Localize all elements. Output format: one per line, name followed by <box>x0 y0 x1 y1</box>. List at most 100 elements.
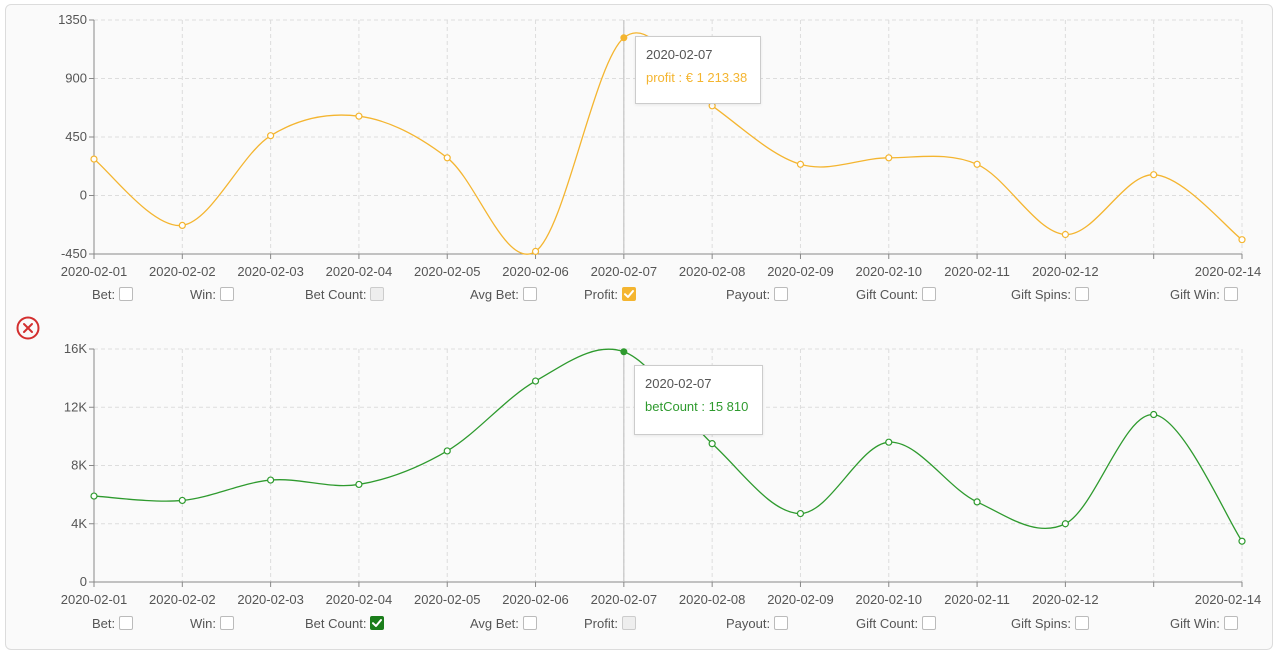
series-toggle[interactable]: Avg Bet: <box>470 613 537 633</box>
x-tick-label: 2020-02-04 <box>326 264 393 279</box>
data-point <box>90 155 98 163</box>
tooltip-date: 2020-02-07 <box>646 47 713 62</box>
series-toggle-checkbox[interactable] <box>774 287 789 301</box>
x-tick-label: 2020-02-01 <box>61 592 128 607</box>
series-toggle-checkbox[interactable] <box>1223 616 1238 630</box>
series-toggle[interactable]: Gift Count: <box>856 613 937 633</box>
data-point <box>531 247 540 255</box>
data-point <box>355 480 363 489</box>
tooltip-date: 2020-02-07 <box>645 376 712 391</box>
series-toggle-checkbox[interactable] <box>370 287 385 301</box>
series-toggle-checkbox[interactable] <box>220 616 234 630</box>
series-toggle-label: Win: <box>190 286 216 302</box>
series-toggle-checkbox[interactable] <box>220 287 234 301</box>
series-toggle[interactable]: Payout: <box>726 284 789 304</box>
series-toggle-checkbox[interactable] <box>522 287 537 301</box>
series-toggle-checkbox[interactable] <box>922 616 937 630</box>
y-tick-label: 12K <box>64 399 87 414</box>
series-toggle-checkbox[interactable] <box>774 616 789 630</box>
profit-chart-series-toggles: Bet: Win: Bet Count: Avg Bet: Profit: Payout:… <box>0 284 1280 304</box>
series-toggle-label: Gift Count: <box>856 615 919 631</box>
data-point <box>973 498 981 506</box>
betcount-chart-series-toggles: Bet: Win: Bet Count: Avg Bet: Profit: Payout:… <box>0 613 1280 633</box>
series-toggle-label: Payout: <box>726 615 771 631</box>
series-toggle[interactable]: Payout: <box>726 613 789 633</box>
data-point <box>1061 230 1069 239</box>
series-toggle[interactable]: Gift Win: <box>1170 613 1238 633</box>
x-tick-label: 2020-02-04 <box>326 592 393 607</box>
series-toggle[interactable]: Gift Spins: <box>1011 613 1089 633</box>
data-point <box>885 438 893 446</box>
series-toggle-label: Bet: <box>92 286 116 302</box>
y-tick-label: 1350 <box>58 12 87 27</box>
x-tick-label: 2020-02-03 <box>237 592 304 607</box>
check-icon <box>372 619 383 627</box>
series-toggle[interactable]: Bet Count: <box>305 613 385 633</box>
x-tick-label: 2020-02-12 <box>1032 264 1099 279</box>
series-toggle-label: Win: <box>190 615 216 631</box>
series-toggle-label: Bet Count: <box>305 286 367 302</box>
x-tick-label: 2020-02-01 <box>61 264 128 279</box>
x-tick-label: 2020-02-11 <box>944 592 1010 607</box>
data-point <box>708 440 716 448</box>
series-toggle-label: Gift Spins: <box>1011 615 1071 631</box>
y-tick-label: 8K <box>71 458 87 473</box>
data-point <box>531 377 540 385</box>
tooltip-value: betCount : 15 810 <box>645 399 749 414</box>
data-point <box>178 496 186 505</box>
y-tick-label: 16K <box>64 341 87 356</box>
data-point <box>973 160 981 168</box>
x-tick-label: 2020-02-02 <box>149 592 216 607</box>
x-tick-label: 2020-02-14 <box>1195 592 1262 607</box>
y-tick-label: 0 <box>80 188 87 203</box>
series-toggle[interactable]: Gift Win: <box>1170 284 1238 304</box>
data-point <box>1238 236 1246 244</box>
x-tick-label: 2020-02-10 <box>856 264 923 279</box>
series-toggle[interactable]: Win: <box>190 613 234 633</box>
series-toggle-label: Avg Bet: <box>470 286 519 302</box>
series-toggle[interactable]: Gift Count: <box>856 284 937 304</box>
y-tick-label: 0 <box>80 574 87 589</box>
series-toggle[interactable]: Profit: <box>584 284 636 304</box>
series-toggle-label: Gift Win: <box>1170 615 1220 631</box>
series-toggle-label: Gift Count: <box>856 286 919 302</box>
series-toggle-checkbox[interactable] <box>922 287 937 301</box>
series-toggle-checkbox[interactable] <box>119 616 134 630</box>
x-tick-label: 2020-02-06 <box>502 592 569 607</box>
series-toggle[interactable]: Profit: <box>584 613 636 633</box>
series-toggle[interactable]: Bet: <box>92 284 134 304</box>
series-toggle-checkbox[interactable] <box>522 616 537 630</box>
series-toggle[interactable]: Avg Bet: <box>470 284 537 304</box>
series-toggle[interactable]: Bet Count: <box>305 284 385 304</box>
x-tick-label: 2020-02-06 <box>502 264 569 279</box>
series-toggle-label: Payout: <box>726 286 771 302</box>
x-tick-label: 2020-02-09 <box>767 592 834 607</box>
series-toggle-label: Profit: <box>584 615 618 631</box>
data-point <box>885 154 893 162</box>
series-toggle-checkbox[interactable] <box>1074 287 1089 301</box>
data-point <box>796 509 805 518</box>
series-toggle-label: Bet: <box>92 615 116 631</box>
close-icon[interactable] <box>16 316 40 340</box>
data-point <box>267 132 275 140</box>
data-point <box>90 492 98 500</box>
series-toggle[interactable]: Win: <box>190 284 234 304</box>
series-toggle-checkbox[interactable] <box>370 616 385 630</box>
series-toggle[interactable]: Gift Spins: <box>1011 284 1089 304</box>
y-tick-label: 900 <box>65 71 87 86</box>
series-toggle-checkbox[interactable] <box>1074 616 1089 630</box>
data-point <box>443 154 451 162</box>
x-tick-label: 2020-02-05 <box>414 592 481 607</box>
series-toggle-label: Bet Count: <box>305 615 367 631</box>
series-toggle[interactable]: Bet: <box>92 613 134 633</box>
data-point <box>1150 410 1158 419</box>
series-toggle-checkbox[interactable] <box>119 287 134 301</box>
series-toggle-checkbox[interactable] <box>621 287 636 301</box>
series-toggle-checkbox[interactable] <box>621 616 636 630</box>
x-tick-label: 2020-02-10 <box>856 592 923 607</box>
data-point <box>267 476 275 484</box>
y-tick-label: 4K <box>71 516 87 531</box>
series-toggle-checkbox[interactable] <box>1223 287 1238 301</box>
data-point-active <box>620 34 628 42</box>
series-toggle-label: Profit: <box>584 286 618 302</box>
